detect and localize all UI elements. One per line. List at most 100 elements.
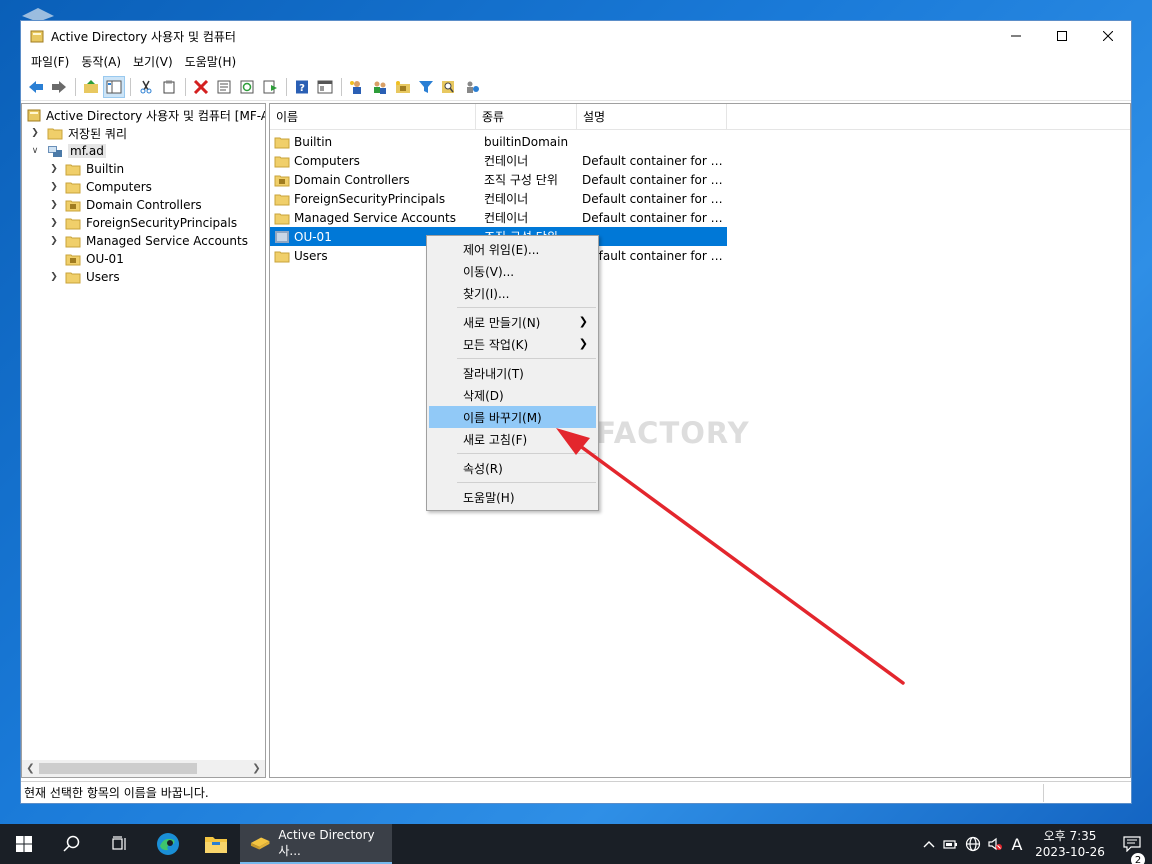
menu-action[interactable]: 동작(A): [75, 51, 127, 73]
tree-item-foreign-security-principals[interactable]: ❯ ForeignSecurityPrincipals: [22, 214, 265, 232]
title-bar[interactable]: Active Directory 사용자 및 컴퓨터: [21, 21, 1131, 51]
back-arrow-icon: [29, 80, 43, 93]
new-group-button[interactable]: [369, 76, 391, 98]
row-description: Default container for se...: [582, 191, 727, 206]
folder-icon: [274, 194, 290, 205]
tray-network-button[interactable]: [962, 836, 984, 852]
chevron-right-icon[interactable]: ❯: [29, 127, 41, 139]
view-button[interactable]: [314, 76, 336, 98]
edge-taskbar-button[interactable]: [144, 824, 192, 864]
menu-item-properties[interactable]: 속성(R): [429, 457, 596, 479]
tray-volume-button[interactable]: [984, 836, 1006, 852]
maximize-icon: [1057, 31, 1067, 41]
new-user-button[interactable]: [346, 76, 368, 98]
folder-icon: [274, 251, 290, 262]
tree-item-computers[interactable]: ❯ Computers: [22, 178, 265, 196]
chevron-right-icon[interactable]: ❯: [48, 217, 60, 229]
row-name: Computers: [294, 153, 360, 168]
row-type: 컨테이너: [484, 211, 529, 225]
show-tree-button[interactable]: [103, 75, 125, 98]
tree-item-domain[interactable]: ∨ mf.ad: [22, 142, 265, 160]
clock[interactable]: 오후 7:35 2023-10-26: [1028, 828, 1112, 860]
tree-item-builtin[interactable]: ❯ Builtin: [22, 160, 265, 178]
ou-icon: [274, 175, 290, 186]
add-to-group-button[interactable]: [461, 76, 483, 98]
back-button[interactable]: [25, 76, 47, 98]
minimize-button[interactable]: [993, 21, 1039, 51]
menu-item-rename[interactable]: 이름 바꾸기(M): [429, 406, 596, 428]
find-button[interactable]: [438, 76, 460, 98]
menu-item-delete[interactable]: 삭제(D): [429, 384, 596, 406]
export-list-button[interactable]: [259, 76, 281, 98]
filter-icon: [419, 80, 433, 93]
task-view-button[interactable]: [96, 824, 144, 864]
menu-item-find[interactable]: 찾기(I)...: [429, 282, 596, 304]
menu-item-move[interactable]: 이동(V)...: [429, 260, 596, 282]
forward-button[interactable]: [48, 76, 70, 98]
row-description: Default container for d...: [582, 172, 727, 187]
table-row[interactable]: Computers 컨테이너 Default container for u..…: [270, 151, 727, 170]
tray-battery-button[interactable]: [940, 838, 962, 850]
list-header: 이름 종류 설명: [270, 104, 1130, 130]
maximize-button[interactable]: [1039, 21, 1085, 51]
taskbar: Active Directory 사... A 오후 7:35 2023-10-…: [0, 824, 1152, 864]
delete-button[interactable]: [190, 76, 212, 98]
search-button[interactable]: [48, 824, 96, 864]
close-button[interactable]: [1085, 21, 1131, 51]
new-ou-button[interactable]: [392, 76, 414, 98]
menu-item-all-tasks[interactable]: 모든 작업(K) ❯: [429, 333, 596, 355]
menu-item-refresh[interactable]: 새로 고침(F): [429, 428, 596, 450]
menu-item-cut[interactable]: 잘라내기(T): [429, 362, 596, 384]
tray-overflow-button[interactable]: [918, 840, 940, 848]
filter-button[interactable]: [415, 76, 437, 98]
properties-button[interactable]: [213, 76, 235, 98]
ime-indicator[interactable]: A: [1006, 835, 1028, 854]
menu-view[interactable]: 보기(V): [127, 51, 179, 73]
chevron-right-icon[interactable]: ❯: [48, 181, 60, 193]
up-level-button[interactable]: [80, 76, 102, 98]
table-row[interactable]: ForeignSecurityPrincipals 컨테이너 Default c…: [270, 189, 727, 208]
tree-item-label: OU-01: [86, 252, 124, 266]
refresh-button[interactable]: [236, 76, 258, 98]
menu-file[interactable]: 파일(F): [25, 51, 75, 73]
toolbar-separator: [341, 77, 342, 96]
table-row[interactable]: Builtin builtinDomain: [270, 132, 727, 151]
tree-root[interactable]: Active Directory 사용자 및 컴퓨터 [MF-AD: [22, 106, 265, 124]
menu-item-new[interactable]: 새로 만들기(N) ❯: [429, 311, 596, 333]
tree-item-ou-01[interactable]: OU-01: [22, 250, 265, 268]
chevron-right-icon[interactable]: ❯: [48, 271, 60, 283]
chevron-right-icon[interactable]: ❯: [48, 163, 60, 175]
column-header-name[interactable]: 이름: [270, 104, 476, 130]
menu-help[interactable]: 도움말(H): [179, 51, 243, 73]
start-button[interactable]: [0, 824, 48, 864]
tree-horizontal-scrollbar[interactable]: ❮ ❯: [22, 760, 265, 777]
scroll-left-icon[interactable]: ❮: [22, 763, 39, 774]
tree-item-users[interactable]: ❯ Users: [22, 268, 265, 286]
chevron-right-icon[interactable]: ❯: [48, 199, 60, 211]
tree-item-managed-service-accounts[interactable]: ❯ Managed Service Accounts: [22, 232, 265, 250]
column-header-description[interactable]: 설명: [577, 104, 727, 130]
taskbar-app-aduc[interactable]: Active Directory 사...: [240, 824, 392, 864]
scroll-right-icon[interactable]: ❯: [248, 763, 265, 774]
chevron-down-icon[interactable]: ∨: [29, 145, 41, 157]
tree-item-saved-queries[interactable]: ❯ 저장된 쿼리: [22, 124, 265, 142]
tree-item-domain-controllers[interactable]: ❯ Domain Controllers: [22, 196, 265, 214]
menu-item-help[interactable]: 도움말(H): [429, 486, 596, 508]
column-header-type[interactable]: 종류: [476, 104, 577, 130]
menu-item-delegate-control[interactable]: 제어 위임(E)...: [429, 238, 596, 260]
delete-icon: [193, 79, 209, 94]
row-name: Domain Controllers: [294, 172, 410, 187]
help-button[interactable]: ?: [291, 76, 313, 98]
file-explorer-button[interactable]: [192, 824, 240, 864]
menu-bar: 파일(F) 동작(A) 보기(V) 도움말(H): [21, 51, 1131, 73]
add-to-group-icon: [467, 81, 479, 93]
action-center-button[interactable]: 2: [1112, 836, 1152, 864]
copy-button[interactable]: [158, 76, 180, 98]
folder-icon: [274, 137, 290, 148]
table-row[interactable]: Domain Controllers 조직 구성 단위 Default cont…: [270, 170, 727, 189]
table-row[interactable]: Managed Service Accounts 컨테이너 Default co…: [270, 208, 727, 227]
scroll-thumb[interactable]: [39, 763, 197, 774]
chevron-right-icon[interactable]: ❯: [48, 235, 60, 247]
ou-icon: [65, 200, 81, 212]
cut-button[interactable]: [135, 76, 157, 98]
